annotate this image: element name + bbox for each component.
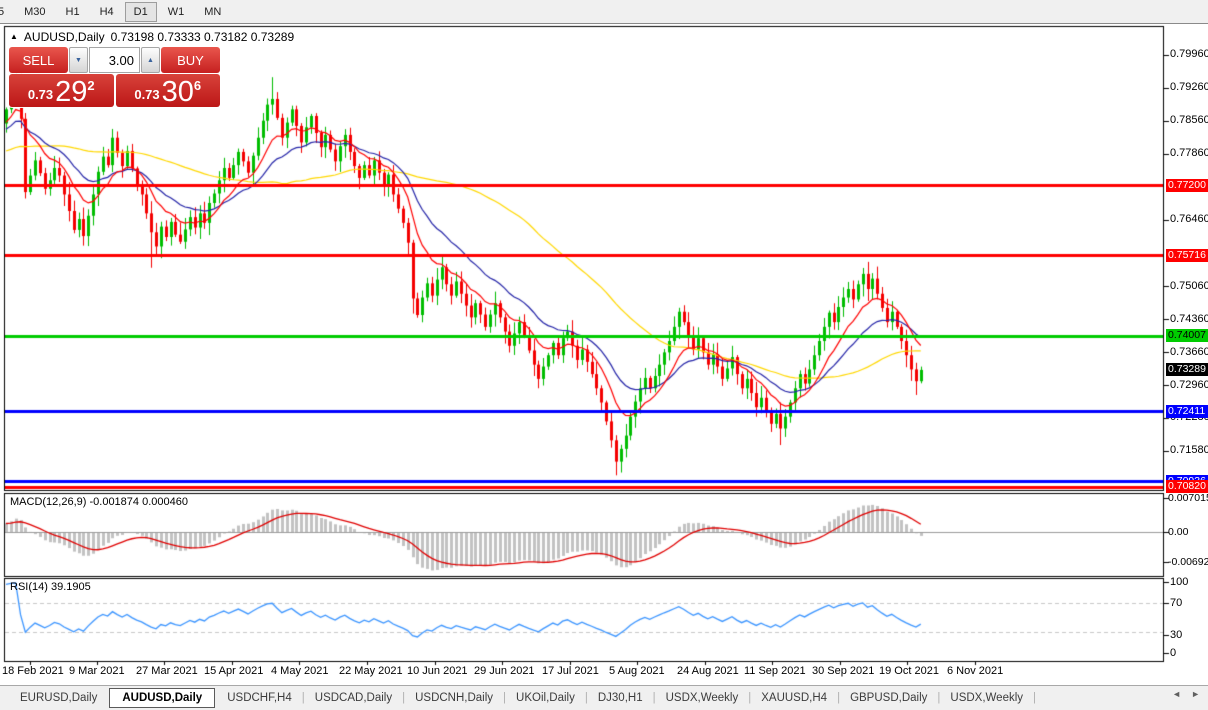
- date-axis-label: 24 Aug 2021: [677, 665, 739, 677]
- chart-tab-bar: EURUSD,Daily AUDUSD,Daily USDCHF,H4 | USDCAD…: [0, 685, 1208, 710]
- volume-decrease-button[interactable]: ▼: [69, 47, 88, 73]
- date-axis-label: 19 Oct 2021: [879, 665, 939, 677]
- rsi-axis-label: 70: [1170, 596, 1183, 609]
- timeframe-button-H1[interactable]: H1: [57, 2, 89, 22]
- price-tick-label: 0.79960: [1170, 48, 1208, 60]
- symbol-marker-icon: ▲: [10, 32, 18, 41]
- chart-tab-usdcad-daily[interactable]: USDCAD,Daily: [305, 689, 402, 707]
- tab-scroll-left-icon[interactable]: ◄: [1172, 689, 1181, 699]
- chart-tab-dj30-h1[interactable]: DJ30,H1: [588, 689, 653, 707]
- date-axis-label: 10 Jun 2021: [407, 665, 468, 677]
- date-axis-label: 27 Mar 2021: [136, 665, 198, 677]
- price-badge: 0.75716: [1166, 248, 1208, 262]
- timeframe-button-MN[interactable]: MN: [195, 2, 230, 22]
- price-badge: 0.72411: [1166, 404, 1208, 418]
- date-axis-label: 18 Feb 2021: [2, 665, 64, 677]
- date-axis-label: 11 Sep 2021: [744, 665, 806, 677]
- price-tick-label: 0.74360: [1170, 312, 1208, 325]
- macd-axis-label: -0.006923: [1168, 555, 1208, 568]
- date-axis-label: 9 Mar 2021: [69, 665, 125, 677]
- price-tick-label: 0.79260: [1170, 81, 1208, 94]
- date-axis-label: 4 May 2021: [271, 665, 329, 677]
- chart-tab-usdchf-h4[interactable]: USDCHF,H4: [217, 689, 302, 707]
- rsi-axis-label: 30: [1170, 628, 1183, 641]
- chart-tab-audusd-daily[interactable]: AUDUSD,Daily: [109, 688, 216, 708]
- rsi-indicator-label: RSI(14) 39.1905: [10, 581, 91, 593]
- chart-tab-usdcnh-daily[interactable]: USDCNH,Daily: [405, 689, 503, 707]
- tab-scroll-right-icon[interactable]: ►: [1191, 689, 1200, 699]
- chart-tab-eurusd-daily[interactable]: EURUSD,Daily: [10, 689, 107, 707]
- sell-price-sup: 2: [87, 78, 95, 93]
- volume-input[interactable]: 3.00: [89, 47, 140, 73]
- date-axis-label: 29 Jun 2021: [474, 665, 535, 677]
- timeframe-button-H4[interactable]: H4: [91, 2, 123, 22]
- rsi-axis-label: 100: [1170, 575, 1189, 588]
- price-badge: 0.73289: [1166, 363, 1208, 377]
- chart-tab-ukoil-daily[interactable]: UKOil,Daily: [506, 689, 585, 707]
- rsi-axis-label: 0: [1170, 646, 1177, 659]
- macd-indicator-label: MACD(12,26,9) -0.001874 0.000460: [10, 496, 188, 508]
- buy-button[interactable]: BUY: [161, 47, 220, 73]
- tab-scroll-arrows: ◄ ►: [1172, 689, 1200, 699]
- date-axis-label: 6 Nov 2021: [947, 665, 1004, 677]
- timeframe-button-W1[interactable]: W1: [159, 2, 194, 22]
- volume-increase-button[interactable]: ▲: [141, 47, 160, 73]
- price-tick-label: 0.77860: [1170, 147, 1208, 160]
- buy-price-display[interactable]: 0.73 30 6: [115, 74, 220, 108]
- chart-tab-xauusd-h4[interactable]: XAUUSD,H4: [751, 689, 837, 707]
- date-axis-label: 15 Apr 2021: [204, 665, 264, 677]
- mt4-window: 5 M30 H1 H4 D1 W1 MN ▲ AUDUSD,Daily 0.73198 0.…: [0, 0, 1208, 710]
- buy-price-base: 0.73: [134, 87, 160, 102]
- sell-price-base: 0.73: [27, 87, 54, 102]
- price-tick-label: 0.76460: [1170, 213, 1208, 226]
- sell-price-display[interactable]: 0.73 29 2: [9, 74, 114, 107]
- date-axis-label: 22 May 2021: [339, 665, 403, 677]
- price-badge: 0.77200: [1166, 178, 1208, 192]
- timeframe-button-M30[interactable]: M30: [15, 2, 54, 22]
- timeframe-button-D1[interactable]: D1: [124, 1, 157, 22]
- chart-title: ▲ AUDUSD,Daily 0.73198 0.73333 0.73182 0…: [10, 30, 294, 44]
- price-badge: 0.74007: [1166, 329, 1208, 343]
- price-tick-label: 0.72960: [1170, 378, 1208, 391]
- macd-axis-label: 0.00: [1168, 525, 1189, 538]
- tab-separator: |: [1033, 692, 1037, 704]
- chart-tab-gbpusd-daily[interactable]: GBPUSD,Daily: [840, 689, 937, 707]
- macd-axis-label: 0.007015: [1168, 491, 1208, 504]
- price-badge: 0.70820: [1166, 480, 1208, 494]
- date-axis-label: 17 Jul 2021: [542, 665, 599, 677]
- date-axis-label: 30 Sep 2021: [812, 665, 875, 677]
- sell-price-big: 29: [55, 76, 88, 108]
- buy-price-sup: 6: [193, 78, 202, 93]
- timeframe-toolbar: 5 M30 H1 H4 D1 W1 MN: [0, 0, 1208, 24]
- price-tick-label: 0.71580: [1170, 444, 1208, 457]
- chart-title-symbol: AUDUSD,Daily: [23, 30, 105, 44]
- chart-title-ohlc: 0.73198 0.73333 0.73182 0.73289: [110, 30, 295, 44]
- sell-button[interactable]: SELL: [9, 47, 68, 73]
- chart-tab-usdx-weekly[interactable]: USDX,Weekly: [656, 689, 749, 707]
- one-click-trade-panel: SELL ▼ 3.00 ▲ BUY 0.73 29 2 0.73 30 6: [8, 46, 221, 108]
- timeframe-button-5[interactable]: 5: [0, 2, 13, 22]
- price-tick-label: 0.78560: [1170, 114, 1208, 127]
- price-tick-label: 0.73660: [1170, 345, 1208, 358]
- price-tick-label: 0.75060: [1170, 279, 1208, 292]
- chart-tab-usdx-weekly[interactable]: USDX,Weekly: [940, 689, 1033, 707]
- buy-price-big: 30: [161, 76, 194, 108]
- date-axis-label: 5 Aug 2021: [609, 665, 665, 677]
